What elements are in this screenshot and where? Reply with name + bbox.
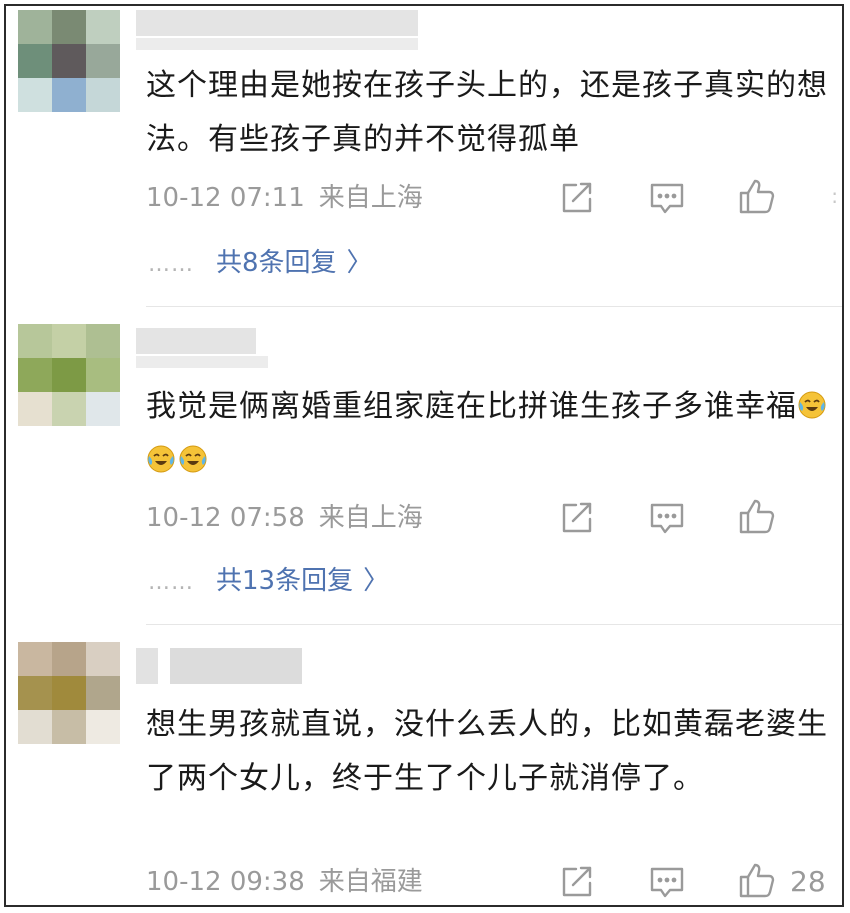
- avatar-pixel: [86, 710, 120, 744]
- avatar-pixel: [86, 324, 120, 358]
- avatar-pixel: [18, 358, 52, 392]
- avatar-pixel: [18, 676, 52, 710]
- avatar-pixel: [52, 358, 86, 392]
- reply-dots: ……: [148, 570, 194, 595]
- comment-text: 这个理由是她按在孩子头上的，还是孩子真实的想法。有些孩子真的并不觉得孤单: [146, 68, 828, 157]
- reply-dots: ……: [148, 252, 194, 277]
- avatar[interactable]: [18, 642, 120, 744]
- crying-laughing-emoji: [178, 438, 208, 473]
- avatar-pixel: [18, 10, 52, 44]
- crying-laughing-emoji: [146, 438, 176, 473]
- view-replies-link[interactable]: …… 共13条回复〉: [148, 561, 389, 601]
- avatar-pixel: [18, 710, 52, 744]
- like-icon[interactable]: [737, 176, 777, 216]
- like-icon[interactable]: [737, 860, 777, 900]
- avatar-pixel: [18, 78, 52, 112]
- avatar-pixel: [52, 44, 86, 78]
- avatar-pixel: [52, 392, 86, 426]
- avatar-pixel: [52, 710, 86, 744]
- replies-count-label: 共13条回复: [216, 566, 354, 596]
- crying-laughing-emoji: [797, 384, 827, 419]
- comment-text-body: 我觉是俩离婚重组家庭在比拼谁生孩子多谁幸福: [146, 389, 797, 424]
- comment-meta: 10-12 07:58 来自上海: [146, 500, 423, 536]
- replies-count-label: 共8条回复: [216, 248, 337, 278]
- comment-location: 来自上海: [318, 183, 423, 213]
- like-count: 28: [790, 865, 826, 898]
- avatar-pixel: [52, 78, 86, 112]
- avatar-pixel: [18, 642, 52, 676]
- avatar-pixel: [86, 44, 120, 78]
- avatar-pixel: [52, 324, 86, 358]
- avatar[interactable]: [18, 324, 120, 426]
- comment-time: 10-12 09:38: [146, 867, 305, 897]
- avatar-pixel: [86, 10, 120, 44]
- comment-location: 来自上海: [318, 503, 423, 533]
- comment-meta: 10-12 09:38 来自福建: [146, 864, 423, 900]
- chevron-right-icon: 〉: [363, 566, 390, 596]
- avatar[interactable]: [18, 10, 120, 112]
- comment-meta: 10-12 07:11 来自上海: [146, 180, 423, 216]
- avatar-pixel: [86, 78, 120, 112]
- share-icon[interactable]: [556, 498, 596, 538]
- share-icon[interactable]: [556, 862, 596, 902]
- comment-time: 10-12 07:11: [146, 183, 305, 213]
- comment-list-frame: 这个理由是她按在孩子头上的，还是孩子真实的想法。有些孩子真的并不觉得孤单 10-…: [4, 4, 844, 907]
- likes-cutoff: :: [831, 184, 838, 208]
- like-icon[interactable]: [737, 496, 777, 536]
- comment-text: 我觉是俩离婚重组家庭在比拼谁生孩子多谁幸福: [146, 380, 836, 488]
- avatar-pixel: [18, 324, 52, 358]
- avatar-pixel: [18, 392, 52, 426]
- avatar-pixel: [18, 44, 52, 78]
- avatar-pixel: [86, 642, 120, 676]
- comment-time: 10-12 07:58: [146, 503, 305, 533]
- comment-icon[interactable]: [647, 178, 687, 218]
- divider: [146, 624, 842, 625]
- divider: [146, 306, 842, 307]
- comment-text: 想生男孩就直说，没什么丢人的，比如黄磊老婆生了两个女儿，终于生了个儿子就消停了。: [146, 707, 828, 796]
- comment-location: 来自福建: [318, 867, 423, 897]
- avatar-pixel: [52, 10, 86, 44]
- comment-icon[interactable]: [647, 862, 687, 902]
- avatar-pixel: [86, 392, 120, 426]
- avatar-pixel: [86, 676, 120, 710]
- comment-icon[interactable]: [647, 498, 687, 538]
- avatar-pixel: [86, 358, 120, 392]
- avatar-pixel: [52, 676, 86, 710]
- share-icon[interactable]: [556, 178, 596, 218]
- chevron-right-icon: 〉: [346, 248, 373, 278]
- view-replies-link[interactable]: …… 共8条回复〉: [148, 243, 373, 283]
- avatar-pixel: [52, 642, 86, 676]
